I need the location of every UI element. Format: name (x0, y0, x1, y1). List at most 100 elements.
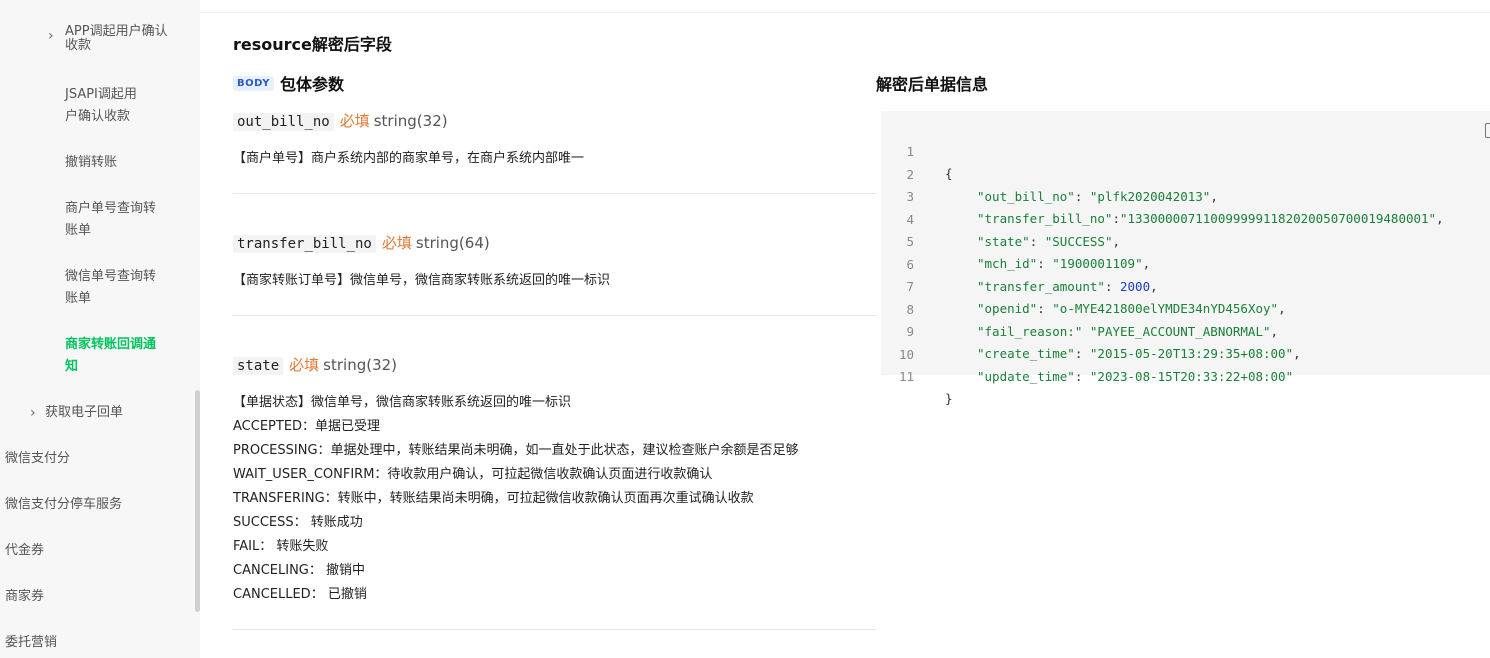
sidebar-item-merchant-coupon[interactable]: 商家券 (5, 586, 44, 608)
divider (233, 315, 876, 316)
sidebar-item-app-confirm[interactable]: APP调起用户确认收款 (65, 25, 175, 53)
chevron-right-icon[interactable]: › (48, 27, 54, 45)
state-value-transfering: TRANSFERING：转账中，转账结果尚未明确，可拉起微信收款确认页面再次重试… (233, 491, 754, 506)
state-value-wait-user-confirm: WAIT_USER_CONFIRM：待收款用户确认，可拉起微信收款确认页面进行收… (233, 467, 713, 482)
param-state: state 必填 string(32) 【单据状态】微信单号，微信商家转账系统返… (233, 354, 876, 607)
sidebar-item-label: 获取电子回单 (45, 405, 124, 420)
code-line: 8 "fail_reason:" "PAYEE_ACCOUNT_ABNORMAL… (881, 277, 1278, 339)
code-block[interactable]: 1 { 2 "out_bill_no": "plfk2020042013", 3… (881, 111, 1490, 406)
json-key: "create_time" (977, 346, 1075, 361)
sidebar-item-label: 微信单号查询转账单 (65, 269, 157, 306)
json-value: "plfk2020042013" (1089, 188, 1211, 204)
state-value-accepted: ACCEPTED：单据已受理 (233, 419, 381, 434)
json-key: "fail_reason:" (977, 323, 1083, 339)
code-line: 3 "transfer_bill_no":"133000007110099999… (881, 164, 1443, 226)
param-name: state (233, 357, 284, 375)
code-text: { (945, 166, 953, 181)
copy-icon[interactable] (1485, 123, 1490, 138)
json-number: 2000 (1120, 278, 1151, 294)
state-value-cancelled: CANCELLED： 已撤销 (233, 587, 367, 602)
divider (233, 629, 876, 630)
param-type: string(32) (373, 112, 448, 130)
json-value: "133000007110099999118202005070001948000… (1120, 211, 1437, 226)
json-value: "2023-08-15T20:33:22+08:00" (1089, 368, 1294, 384)
json-key: "transfer_bill_no" (977, 211, 1113, 226)
sidebar-item-label: 撤销转账 (65, 155, 118, 170)
divider (233, 193, 876, 194)
required-label: 必填 (289, 356, 320, 374)
json-sep: : (1112, 211, 1120, 226)
state-value-fail: FAIL： 转账失败 (233, 539, 329, 554)
required-label: 必填 (339, 112, 370, 130)
sidebar-scrollbar[interactable] (195, 390, 200, 612)
json-key: "openid" (977, 301, 1038, 316)
sidebar-item-label: 商家转账回调通知 (65, 337, 157, 374)
chevron-right-icon[interactable]: › (30, 404, 36, 422)
json-value: "SUCCESS" (1044, 233, 1113, 249)
body-badge: BODY (233, 75, 274, 91)
json-tail: , (1293, 346, 1301, 361)
param-description: 【商家转账订单号】微信单号，微信商家转账系统返回的唯一标识 (233, 273, 611, 288)
json-key: "update_time" (977, 368, 1075, 384)
param-type: string(32) (323, 356, 398, 374)
sidebar-item-label: 代金券 (5, 543, 45, 558)
json-value: "1900001109" (1052, 256, 1143, 271)
sidebar-item-coupon[interactable]: 代金券 (5, 540, 44, 562)
body-params-title: 包体参数 (279, 75, 344, 94)
json-sep (1082, 324, 1090, 339)
json-key: "mch_id" (977, 256, 1038, 271)
json-value: "2015-05-20T13:29:35+08:00" (1089, 346, 1294, 361)
code-line: 11 } (881, 344, 953, 406)
json-sep: : (1037, 301, 1053, 316)
code-line: 10 "update_time": "2023-08-15T20:33:22+0… (881, 322, 1293, 384)
json-tail: , (1436, 211, 1444, 226)
param-name: transfer_bill_no (233, 235, 376, 253)
code-line: 5 "mch_id": "1900001109", (881, 209, 1150, 271)
param-type: string(64) (415, 234, 490, 252)
sidebar-item-query-by-wechat-no[interactable]: 微信单号查询转账单 (65, 266, 161, 310)
json-sep: : (1074, 188, 1090, 204)
sidebar-item-label: 商户单号查询转账单 (65, 201, 157, 238)
sidebar-item-label: 微信支付分停车服务 (5, 497, 123, 512)
required-label: 必填 (381, 234, 412, 252)
section-title: resource解密后字段 (233, 35, 392, 54)
code-line: 9 "create_time": "2015-05-20T13:29:35+08… (881, 299, 1300, 361)
sidebar-item-label: 委托营销 (5, 635, 58, 650)
json-value: "o-MYE421800elYMDE34nYD456Xoy" (1052, 301, 1279, 316)
json-sep: : (1104, 278, 1120, 294)
sidebar-item-label: 微信支付分 (5, 451, 71, 466)
code-line: 7 "openid": "o-MYE421800elYMDE34nYD456Xo… (881, 254, 1285, 316)
json-tail: , (1142, 256, 1151, 271)
json-sep: : (1037, 256, 1053, 271)
json-tail: , (1270, 323, 1279, 339)
sidebar-nav: › APP调起用户确认收款 JSAPI调起用户确认收款 撤销转账 商户单号查询转… (0, 0, 200, 658)
param-description: 【单据状态】微信单号，微信商家转账系统返回的唯一标识 (233, 395, 572, 410)
state-value-canceling: CANCELING： 撤销中 (233, 563, 365, 578)
state-value-processing: PROCESSING：单据处理中，转账结果尚未明确，如一直处于此状态，建议检查账… (233, 443, 799, 458)
sidebar-item-cancel-transfer[interactable]: 撤销转账 (65, 152, 117, 174)
json-tail: , (1150, 278, 1158, 294)
sidebar-item-payscore-parking[interactable]: 微信支付分停车服务 (5, 494, 122, 516)
line-number: 11 (898, 369, 914, 384)
sidebar-item-payscore[interactable]: 微信支付分 (5, 448, 70, 470)
sidebar-item-entrusted-marketing[interactable]: 委托营销 (5, 632, 57, 654)
sidebar-item-jsapi-confirm[interactable]: JSAPI调起用户确认收款 (65, 84, 149, 128)
sidebar-item-label: APP调起用户确认收款 (65, 24, 168, 53)
json-value: "PAYEE_ACCOUNT_ABNORMAL" (1089, 323, 1271, 339)
code-line: 2 "out_bill_no": "plfk2020042013", (881, 142, 1217, 204)
sidebar-item-transfer-callback[interactable]: 商家转账回调通知 (65, 334, 161, 378)
json-sep: : (1029, 233, 1045, 249)
top-divider (200, 12, 1490, 13)
json-sep: : (1074, 368, 1090, 384)
sidebar-item-label: JSAPI调起用户确认收款 (65, 87, 137, 124)
state-value-success: SUCCESS： 转账成功 (233, 515, 363, 530)
code-text: } (945, 391, 953, 406)
code-line: 6 "transfer_amount": 2000, (881, 232, 1157, 294)
sidebar-item-label: 商家券 (5, 589, 45, 604)
json-tail: , (1278, 301, 1286, 316)
sidebar-item-query-by-merchant-no[interactable]: 商户单号查询转账单 (65, 198, 161, 242)
json-sep: : (1074, 346, 1090, 361)
param-out-bill-no: out_bill_no 必填 string(32) 【商户单号】商户系统内部的商… (233, 110, 876, 171)
param-description: 【商户单号】商户系统内部的商家单号，在商户系统内部唯一 (233, 151, 585, 166)
sidebar-item-e-receipt[interactable]: 获取电子回单 (45, 402, 123, 424)
